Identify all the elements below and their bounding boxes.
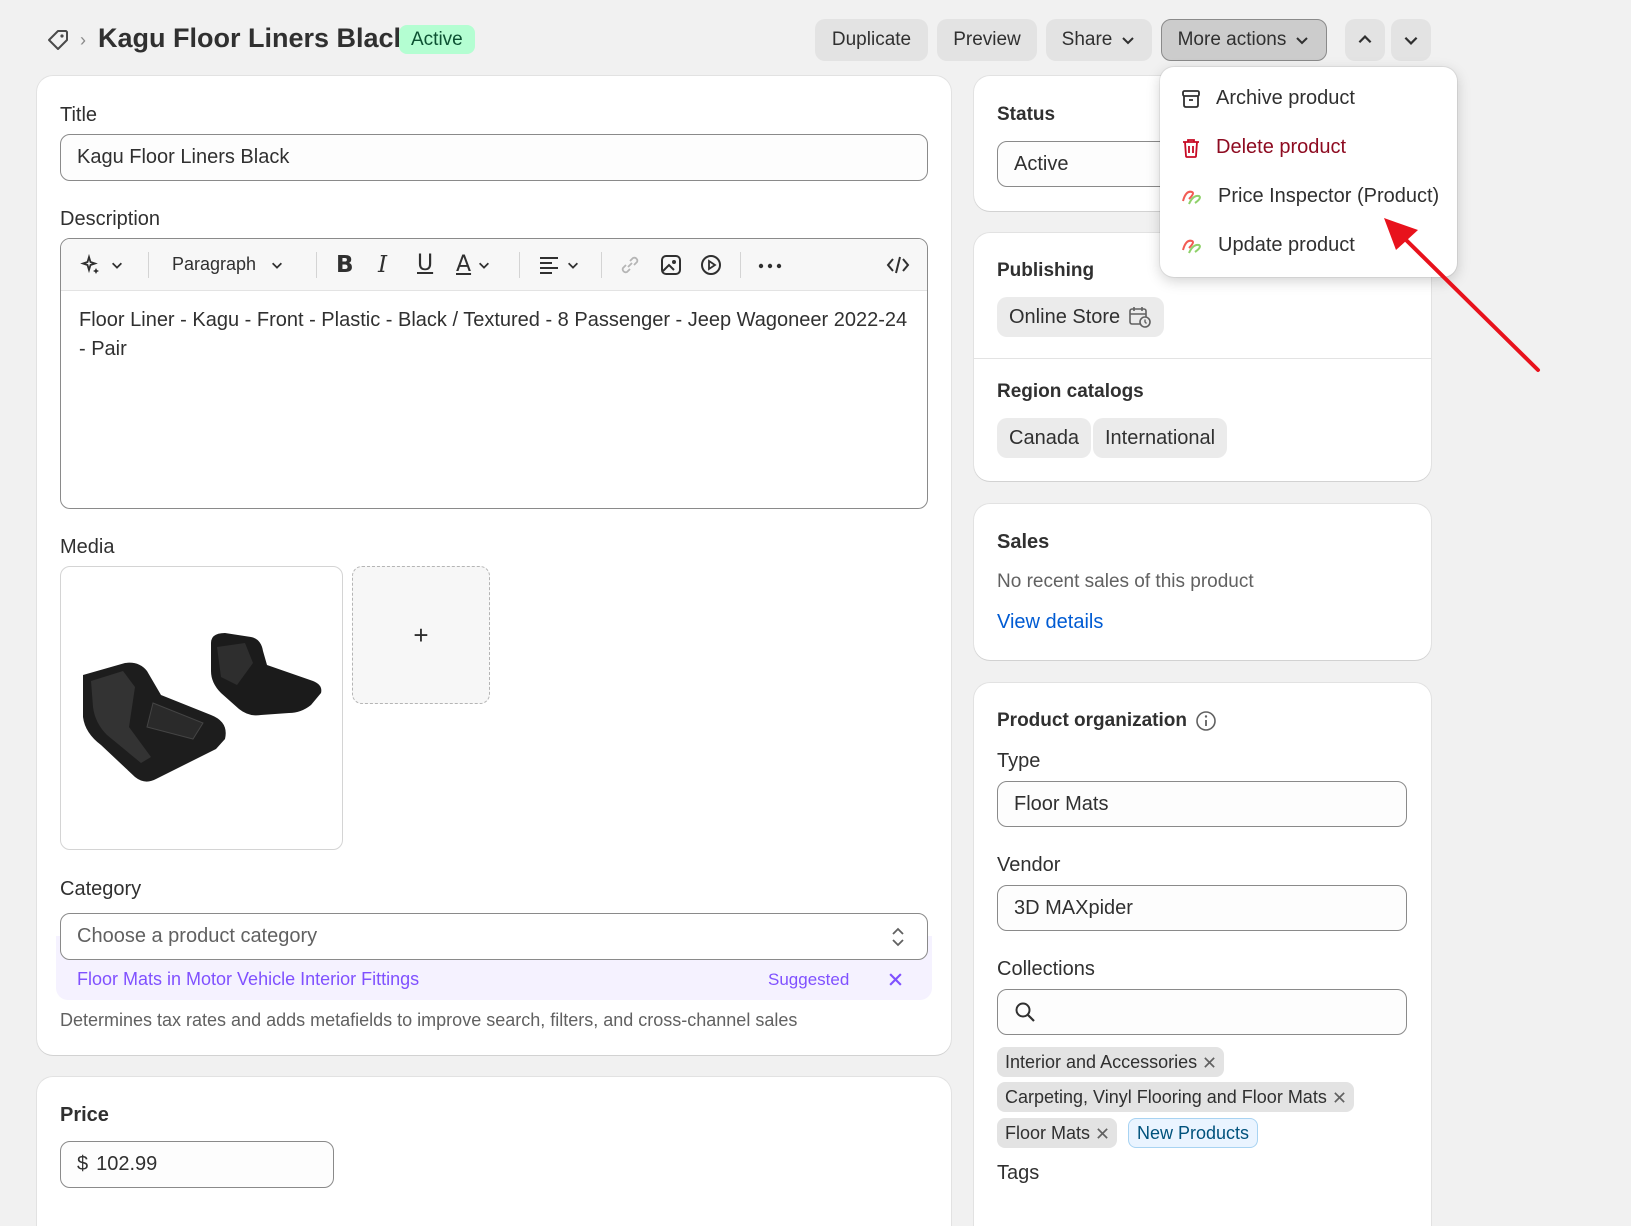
online-store-chip[interactable]: Online Store xyxy=(997,297,1165,337)
more-actions-button[interactable]: More actions xyxy=(1161,19,1327,61)
sales-heading: Sales xyxy=(997,531,1050,553)
paragraph-select[interactable]: Paragraph xyxy=(172,254,284,275)
app-icon xyxy=(1180,186,1204,208)
collection-tag: Floor Mats xyxy=(997,1118,1118,1148)
product-organization-heading: Product organization xyxy=(997,710,1187,731)
share-button[interactable]: Share xyxy=(1046,19,1152,61)
info-icon[interactable] xyxy=(1195,710,1217,732)
vendor-input[interactable]: 3D MAXpider xyxy=(997,885,1407,931)
collections-label: Collections xyxy=(997,958,1095,980)
type-input[interactable]: Floor Mats xyxy=(997,781,1407,827)
category-suggestion-link[interactable]: Floor Mats in Motor Vehicle Interior Fit… xyxy=(77,969,419,990)
chevron-down-icon xyxy=(1120,32,1136,48)
align-icon[interactable] xyxy=(538,255,580,275)
price-inspector-item[interactable]: Price Inspector (Product) xyxy=(1180,185,1439,208)
chevron-down-icon xyxy=(1402,31,1420,49)
sales-text: No recent sales of this product xyxy=(997,571,1254,592)
breadcrumb-chevron: › xyxy=(80,30,86,50)
section-divider xyxy=(974,358,1431,359)
ai-magic-icon[interactable] xyxy=(80,254,124,276)
underline-icon[interactable]: U xyxy=(417,251,433,276)
collections-search-input[interactable] xyxy=(997,989,1407,1035)
category-select[interactable]: Choose a product category xyxy=(60,913,928,960)
title-input[interactable]: Kagu Floor Liners Black xyxy=(60,134,928,181)
status-heading: Status xyxy=(997,104,1056,125)
text-color-icon[interactable]: A xyxy=(456,252,491,277)
toolbar-divider xyxy=(316,252,317,278)
remove-tag-icon[interactable] xyxy=(1333,1091,1346,1104)
region-chip-international[interactable]: International xyxy=(1093,418,1228,458)
price-input[interactable]: $ 102.99 xyxy=(60,1141,334,1188)
dismiss-suggestion-icon[interactable] xyxy=(888,972,903,987)
annotation-arrow xyxy=(1370,210,1550,380)
preview-button[interactable]: Preview xyxy=(937,19,1037,61)
description-text[interactable]: Floor Liner - Kagu - Front - Plastic - B… xyxy=(79,306,909,364)
region-catalogs-heading: Region catalogs xyxy=(997,381,1144,402)
collection-tag: Carpeting, Vinyl Flooring and Floor Mats xyxy=(997,1082,1354,1112)
bold-icon[interactable]: B xyxy=(336,252,354,278)
category-label: Category xyxy=(60,878,142,900)
suggested-label: Suggested xyxy=(768,970,850,989)
duplicate-button[interactable]: Duplicate xyxy=(815,19,928,61)
region-chip-canada[interactable]: Canada xyxy=(997,418,1092,458)
add-media-button[interactable]: + xyxy=(352,566,490,704)
select-arrows-icon xyxy=(891,925,905,949)
remove-tag-icon[interactable] xyxy=(1096,1127,1109,1140)
tag-icon xyxy=(46,28,70,52)
chevron-down-icon xyxy=(1294,32,1310,48)
vendor-label: Vendor xyxy=(997,854,1061,876)
description-label: Description xyxy=(60,208,161,230)
status-badge: Active xyxy=(399,25,475,54)
image-icon[interactable] xyxy=(660,254,682,276)
italic-icon[interactable]: I xyxy=(378,252,387,278)
code-view-icon[interactable] xyxy=(886,254,910,276)
calendar-clock-icon xyxy=(1128,305,1152,329)
page-title: Kagu Floor Liners Black xyxy=(98,23,409,53)
type-label: Type xyxy=(997,750,1041,772)
video-icon[interactable] xyxy=(700,254,722,276)
description-editor xyxy=(60,238,928,509)
archive-product-item[interactable]: Archive product xyxy=(1180,87,1355,110)
category-help-text: Determines tax rates and adds metafields… xyxy=(60,1010,798,1030)
trash-icon xyxy=(1180,137,1202,159)
media-label: Media xyxy=(60,536,115,558)
product-image[interactable] xyxy=(60,566,343,850)
toolbar-divider xyxy=(519,252,520,278)
publishing-heading: Publishing xyxy=(997,260,1095,281)
title-label: Title xyxy=(60,104,98,126)
previous-product-button[interactable] xyxy=(1345,19,1385,61)
price-heading: Price xyxy=(60,1104,109,1126)
toolbar-divider xyxy=(148,252,149,278)
next-product-button[interactable] xyxy=(1391,19,1431,61)
app-icon xyxy=(1180,235,1204,257)
view-details-link[interactable]: View details xyxy=(997,611,1103,634)
link-icon[interactable] xyxy=(619,254,641,276)
update-product-item[interactable]: Update product xyxy=(1180,234,1355,257)
archive-icon xyxy=(1180,88,1202,110)
more-options-icon[interactable] xyxy=(758,262,782,270)
collection-tag: Interior and Accessories xyxy=(997,1047,1225,1077)
new-collection-tag[interactable]: New Products xyxy=(1128,1118,1259,1148)
toolbar-divider xyxy=(601,252,602,278)
remove-tag-icon[interactable] xyxy=(1203,1056,1216,1069)
delete-product-item[interactable]: Delete product xyxy=(1180,136,1346,159)
tags-label: Tags xyxy=(997,1162,1040,1184)
chevron-up-icon xyxy=(1356,31,1374,49)
search-icon xyxy=(1014,1001,1036,1023)
toolbar-divider xyxy=(740,252,741,278)
